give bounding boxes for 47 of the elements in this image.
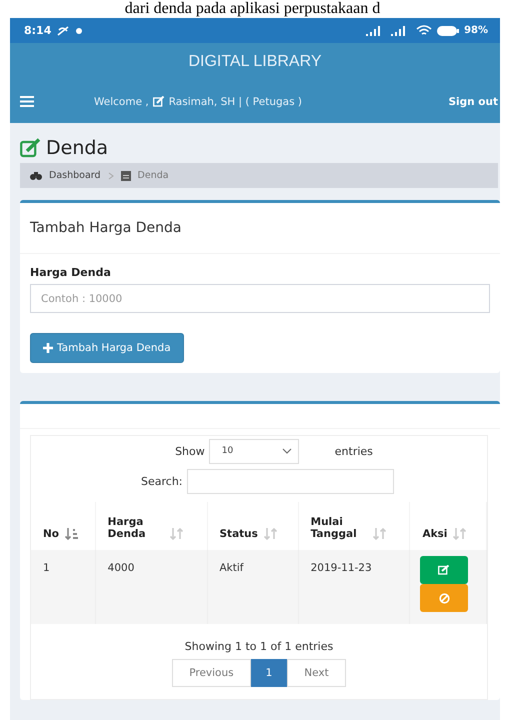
menu-icon[interactable]	[20, 96, 34, 108]
edit-icon	[438, 565, 450, 575]
price-input[interactable]: Contoh : 10000	[30, 284, 490, 313]
chevron-icon	[108, 172, 114, 180]
add-button[interactable]: Tambah Harga Denda	[30, 333, 184, 363]
battery-text: 98%	[464, 25, 488, 36]
page-size-select[interactable]: 10	[208, 438, 299, 464]
sort-icon	[453, 528, 468, 540]
breadcrumb-link[interactable]: Dashboard	[49, 170, 101, 181]
search-label: Search:	[141, 474, 182, 488]
breadcrumb-current: Denda	[138, 170, 169, 181]
show-label: Show	[175, 444, 205, 458]
file-icon	[120, 170, 131, 180]
welcome-text: Welcome ,	[94, 96, 149, 108]
battery-icon	[437, 26, 460, 36]
pagination-button[interactable]: Previous	[172, 659, 251, 687]
dashboard-icon	[30, 170, 42, 180]
entries-label: entries	[334, 444, 373, 458]
sort-icon	[65, 528, 80, 540]
user-text: Rasimah, SH | ( Petugas )	[168, 96, 302, 108]
table-cell: 4000	[95, 550, 207, 624]
search-field[interactable]	[186, 468, 394, 494]
sort-icon	[372, 528, 387, 540]
page-title: Denda	[46, 137, 108, 159]
sort-icon	[170, 528, 184, 540]
entries-info: Showing 1 to 1 of 1 entries	[184, 640, 334, 653]
disable-button[interactable]	[420, 584, 468, 612]
dot-icon	[75, 26, 84, 35]
pagination-button[interactable]: Next	[287, 659, 346, 687]
table-cell: Aktif	[207, 550, 298, 624]
app-title: DIGITAL LIBRARY	[188, 53, 322, 72]
edit-icon	[20, 138, 42, 158]
wifi-icon	[416, 24, 432, 37]
table-cell: 2019-11-23	[298, 550, 410, 624]
sort-icon	[264, 528, 278, 540]
clock-text: 8:14	[24, 24, 52, 38]
caption-text: dari denda pada aplikasi perpustakaan d	[124, 0, 382, 18]
sign-out-link[interactable]: Sign out	[448, 96, 498, 108]
card-title: Tambah Harga Denda	[30, 220, 182, 236]
plus-icon	[43, 343, 53, 353]
table-cell: 1	[31, 550, 96, 624]
caret-icon	[282, 448, 292, 454]
ban-icon	[438, 592, 450, 604]
edit-icon	[152, 96, 165, 108]
field-label: Harga Denda	[30, 266, 112, 279]
pagination-button[interactable]: 1	[250, 659, 288, 687]
edit-button[interactable]	[420, 556, 468, 584]
